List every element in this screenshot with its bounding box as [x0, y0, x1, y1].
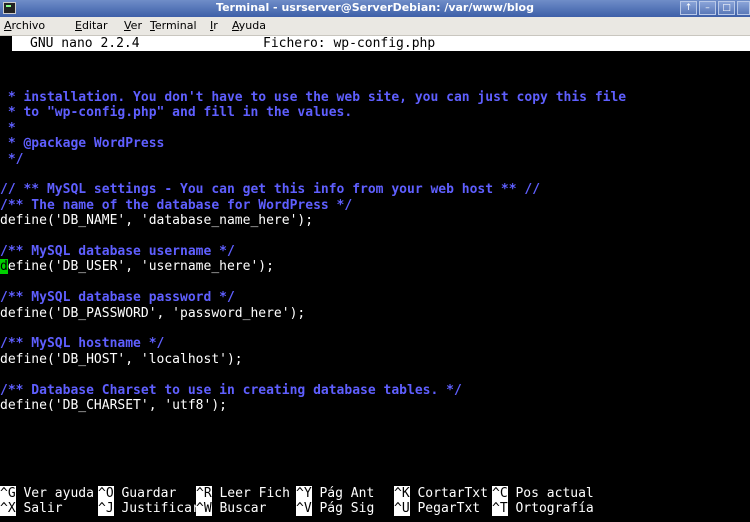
- shortcut-cortartxt: ^K CortarTxt: [394, 486, 488, 501]
- editor-line: define('DB_USER', 'username_here');: [0, 259, 274, 275]
- editor-line: // ** MySQL settings - You can get this …: [0, 182, 540, 197]
- shortcut-key: ^W: [196, 501, 212, 517]
- shortcut-key: ^T: [492, 501, 508, 517]
- shortcut-label: Guardar: [113, 486, 177, 501]
- comment-text: * to "wp-config.php" and fill in the val…: [0, 105, 353, 121]
- nano-version: GNU nano 2.2.4: [30, 36, 140, 51]
- menu-editar[interactable]: Editar: [75, 19, 108, 32]
- editor-line: /** The name of the database for WordPre…: [0, 198, 352, 213]
- shortcut-pegartxt: ^U PegarTxt: [394, 501, 481, 517]
- shortcut-key: ^V: [296, 501, 312, 517]
- window-titlebar[interactable]: Terminal - usrserver@ServerDebian: /var/…: [0, 0, 750, 17]
- menubar: Archivo Editar Ver Terminal Ir Ayuda: [0, 17, 750, 36]
- shortcut-label: CortarTxt: [409, 486, 488, 501]
- close-icon[interactable]: [737, 1, 750, 15]
- window-up-icon[interactable]: ↑: [680, 1, 697, 15]
- shortcut-guardar: ^O Guardar: [98, 486, 176, 501]
- editor-line: /** MySQL hostname */: [0, 336, 164, 351]
- shortcut-p-g-sig: ^V Pág Sig: [296, 501, 375, 517]
- editor-line: /** MySQL database username */: [0, 244, 235, 259]
- editor-line: define('DB_NAME', 'database_name_here');: [0, 213, 314, 229]
- shortcut-salir: ^X Salir: [0, 501, 63, 517]
- shortcut-key: ^Y: [296, 486, 312, 501]
- shortcut-key: ^X: [0, 501, 16, 517]
- shortcut-key: ^U: [394, 501, 410, 517]
- shortcut-label: Justificar: [113, 501, 200, 517]
- code-text: efine('DB_USER', 'username_here');: [7, 259, 274, 275]
- shortcut-label: Salir: [15, 501, 63, 517]
- terminal-area[interactable]: GNU nano 2.2.4 Fichero: wp-config.php * i…: [0, 36, 750, 522]
- shortcut-p-g-ant: ^Y Pág Ant: [296, 486, 374, 501]
- shortcut-key: ^K: [394, 486, 410, 501]
- shortcut-ver-ayuda: ^G Ver ayuda: [0, 486, 94, 501]
- editor-line: */: [0, 151, 24, 167]
- editor-line: /** MySQL database password */: [0, 290, 235, 305]
- comment-text: /** MySQL database username */: [0, 244, 235, 259]
- shortcut-label: Buscar: [211, 501, 267, 517]
- comment-text: /** MySQL database password */: [0, 290, 235, 306]
- comment-text: /** Database Charset to use in creating …: [0, 382, 462, 398]
- comment-text: // ** MySQL settings - You can get this …: [0, 182, 541, 198]
- comment-text: * installation. You don't have to use th…: [0, 90, 627, 105]
- comment-text: */: [0, 151, 24, 167]
- minimize-icon[interactable]: –: [699, 1, 716, 15]
- comment-text: * @package WordPress: [0, 136, 165, 152]
- shortcut-ortograf-a: ^T Ortografía: [492, 501, 594, 517]
- editor-line: /** Database Charset to use in creating …: [0, 383, 462, 398]
- comment-text: /** MySQL hostname */: [0, 336, 165, 352]
- menu-ver[interactable]: Ver: [124, 19, 142, 32]
- editor-line: define('DB_PASSWORD', 'password_here');: [0, 305, 306, 321]
- menu-ir[interactable]: Ir: [210, 19, 218, 32]
- shortcut-buscar: ^W Buscar: [196, 501, 267, 517]
- editor-line: * to "wp-config.php" and fill in the val…: [0, 105, 352, 120]
- nano-header: GNU nano 2.2.4 Fichero: wp-config.php: [12, 36, 750, 52]
- menu-archivo[interactable]: Archivo: [4, 19, 45, 32]
- maximize-icon[interactable]: □: [718, 1, 735, 15]
- shortcut-justificar: ^J Justificar: [98, 501, 200, 517]
- shortcut-label: Pág Ant: [311, 486, 375, 501]
- shortcut-key: ^C: [492, 486, 508, 501]
- editor-line: define('DB_CHARSET', 'utf8');: [0, 398, 227, 413]
- editor-line: * installation. You don't have to use th…: [0, 90, 626, 105]
- nano-filename: Fichero: wp-config.php: [263, 36, 436, 51]
- shortcut-key: ^J: [98, 501, 114, 517]
- menu-terminal[interactable]: Terminal: [150, 19, 197, 32]
- editor-line: define('DB_HOST', 'localhost');: [0, 351, 243, 367]
- shortcut-leer-fich: ^R Leer Fich: [196, 486, 290, 501]
- shortcut-label: Ortografía: [507, 501, 594, 517]
- shortcut-pos-actual: ^C Pos actual: [492, 486, 594, 501]
- comment-text: *: [0, 120, 16, 136]
- editor-line: *: [0, 121, 16, 136]
- editor-line: * @package WordPress: [0, 136, 165, 152]
- shortcut-label: Ver ayuda: [15, 486, 94, 501]
- shortcut-label: Leer Fich: [211, 486, 290, 501]
- shortcut-key: ^O: [98, 486, 114, 501]
- menu-ayuda[interactable]: Ayuda: [232, 19, 266, 32]
- comment-text: /** The name of the database for WordPre…: [0, 197, 353, 213]
- shortcut-label: Pos actual: [507, 486, 594, 501]
- shortcut-key: ^G: [0, 486, 16, 501]
- text-cursor: d: [0, 259, 8, 275]
- window-title: Terminal - usrserver@ServerDebian: /var/…: [216, 1, 534, 14]
- shortcut-key: ^R: [196, 486, 212, 501]
- shortcut-label: Pág Sig: [311, 501, 375, 517]
- shortcut-label: PegarTxt: [409, 501, 481, 517]
